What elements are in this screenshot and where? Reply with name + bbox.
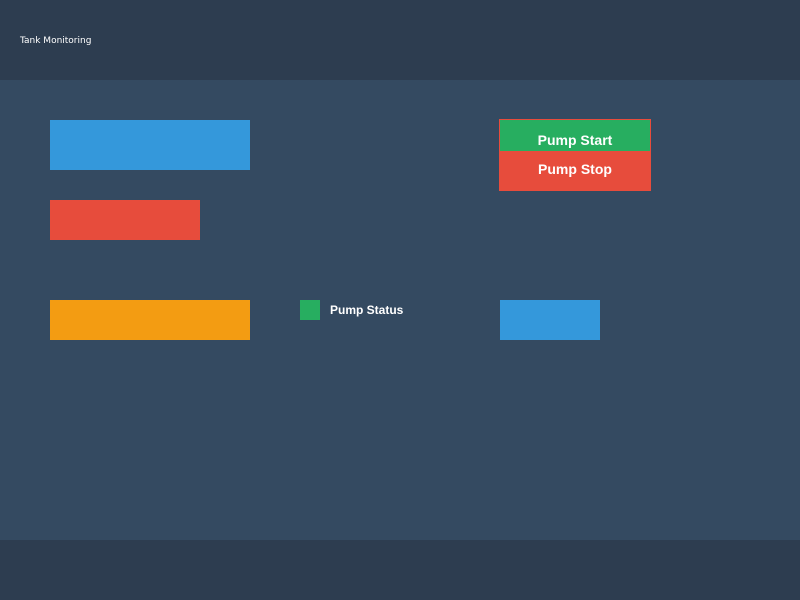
header-bar: Tank Monitoring: [0, 0, 800, 80]
app-title: Tank Monitoring: [20, 36, 92, 46]
pump-status-label: Pump Status: [330, 303, 404, 317]
pump-stop-button[interactable]: Pump Stop: [499, 151, 651, 191]
blue-block-right: [500, 300, 600, 340]
footer-bar: [0, 540, 800, 600]
red-block-left: [50, 200, 200, 240]
pump-start-button[interactable]: Pump Start: [499, 119, 651, 151]
blue-block-top-left: [50, 120, 250, 170]
orange-block-left: [50, 300, 250, 340]
pump-control-panel: Pump Start Pump Stop: [499, 119, 651, 191]
pump-status-indicator: [300, 300, 320, 320]
